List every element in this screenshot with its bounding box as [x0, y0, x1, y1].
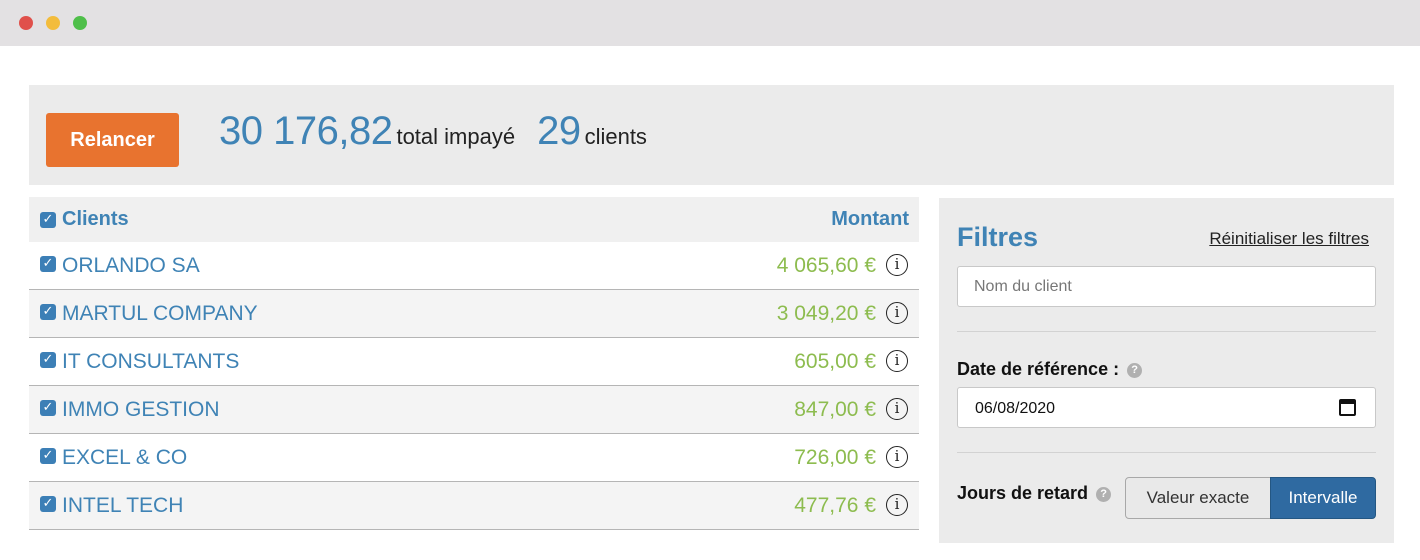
info-icon[interactable]: i [886, 446, 908, 468]
client-name-link[interactable]: IT CONSULTANTS [62, 350, 239, 374]
minimize-window-button[interactable] [46, 16, 60, 30]
date-reference-input[interactable]: 06/08/2020 [957, 387, 1376, 428]
table-row[interactable]: ✓ ORLANDO SA 4 065,60 € i [29, 242, 919, 290]
client-name-link[interactable]: MARTUL COMPANY [62, 302, 258, 326]
exact-value-toggle[interactable]: Valeur exacte [1125, 477, 1271, 519]
client-amount: 477,76 € [794, 494, 876, 517]
question-icon[interactable]: ? [1127, 362, 1143, 378]
total-amount: 30 176,82 [219, 109, 393, 153]
table-row[interactable]: ✓ MARTUL COMPANY 3 049,20 € i [29, 290, 919, 338]
client-amount: 4 065,60 € [776, 254, 876, 277]
relancer-button[interactable]: Relancer [46, 113, 179, 167]
calendar-icon[interactable] [1339, 399, 1356, 416]
divider [957, 452, 1376, 453]
column-header-clients[interactable]: Clients [62, 208, 129, 231]
summary-bar: Relancer 30 176,82 total impayé 29 clients [29, 85, 1394, 185]
client-count: 29 [537, 109, 581, 153]
row-checkbox[interactable]: ✓ [40, 448, 56, 464]
total-label: total impayé [396, 124, 516, 149]
info-icon[interactable]: i [886, 494, 908, 516]
summary-stats: 30 176,82 total impayé 29 clients [219, 109, 647, 154]
date-reference-text: Date de référence : [957, 359, 1120, 379]
row-checkbox[interactable]: ✓ [40, 256, 56, 272]
table-row[interactable]: ✓ IT CONSULTANTS 605,00 € i [29, 338, 919, 386]
delay-days-text: Jours de retard [957, 483, 1089, 503]
client-amount: 726,00 € [794, 446, 876, 469]
close-window-button[interactable] [19, 16, 33, 30]
info-icon[interactable]: i [886, 302, 908, 324]
info-icon[interactable]: i [886, 398, 908, 420]
client-name-link[interactable]: ORLANDO SA [62, 254, 200, 278]
row-checkbox[interactable]: ✓ [40, 352, 56, 368]
row-checkbox[interactable]: ✓ [40, 400, 56, 416]
interval-toggle[interactable]: Intervalle [1270, 477, 1376, 519]
filters-title: Filtres [957, 222, 1039, 252]
reset-filters-link[interactable]: Réinitialiser les filtres [1209, 229, 1369, 249]
column-header-amount[interactable]: Montant [831, 208, 909, 231]
table-row[interactable]: ✓ EXCEL & CO 726,00 € i [29, 434, 919, 482]
row-checkbox[interactable]: ✓ [40, 496, 56, 512]
client-name-link[interactable]: IMMO GESTION [62, 398, 220, 422]
clients-table: ✓ Clients Montant ✓ ORLANDO SA 4 065,60 … [29, 197, 919, 530]
info-icon[interactable]: i [886, 350, 908, 372]
table-row[interactable]: ✓ INTEL TECH 477,76 € i [29, 482, 919, 530]
client-name-search-input[interactable] [957, 266, 1376, 307]
info-icon[interactable]: i [886, 254, 908, 276]
date-reference-label: Date de référence : ? [957, 359, 1143, 380]
date-value: 06/08/2020 [975, 400, 1056, 417]
table-header: ✓ Clients Montant [29, 197, 919, 242]
question-icon[interactable]: ? [1096, 486, 1112, 502]
window-titlebar [0, 0, 1420, 46]
table-row[interactable]: ✓ IMMO GESTION 847,00 € i [29, 386, 919, 434]
client-name-link[interactable]: INTEL TECH [62, 494, 183, 518]
divider [957, 331, 1376, 332]
client-amount: 3 049,20 € [776, 302, 876, 325]
delay-days-label: Jours de retard ? [957, 483, 1112, 504]
select-all-checkbox[interactable]: ✓ [40, 212, 56, 228]
client-amount: 847,00 € [794, 398, 876, 421]
client-count-label: clients [584, 124, 647, 149]
maximize-window-button[interactable] [73, 16, 87, 30]
filters-panel: Filtres Réinitialiser les filtres Date d… [939, 198, 1394, 543]
client-amount: 605,00 € [794, 350, 876, 373]
client-name-link[interactable]: EXCEL & CO [62, 446, 187, 470]
row-checkbox[interactable]: ✓ [40, 304, 56, 320]
